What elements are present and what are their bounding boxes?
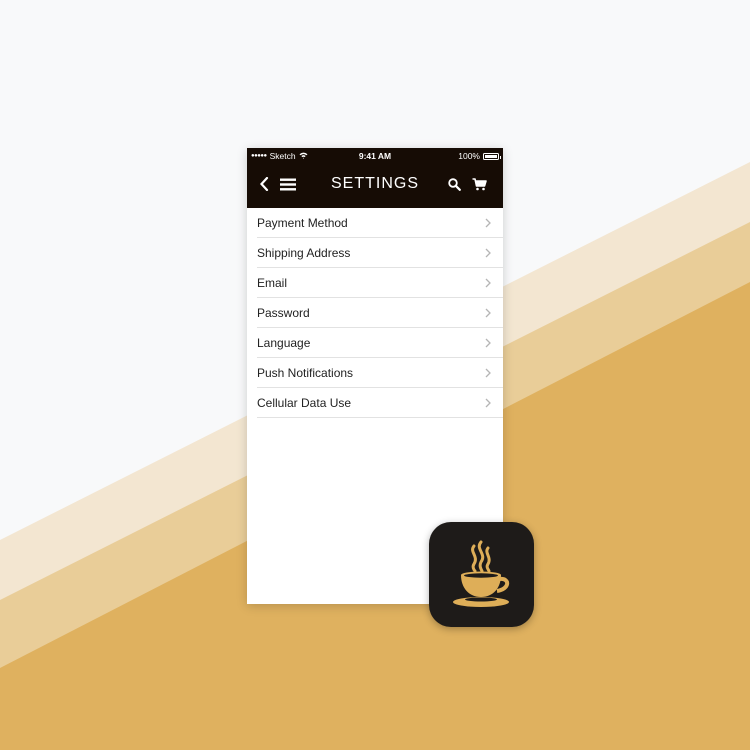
divider bbox=[257, 417, 503, 418]
settings-list: Payment Method Shipping Address Email Pa… bbox=[247, 208, 503, 418]
nav-bar: SETTINGS bbox=[247, 164, 503, 208]
settings-item-label: Email bbox=[257, 276, 288, 290]
coffee-cup-icon bbox=[452, 540, 509, 607]
settings-item-language[interactable]: Language bbox=[247, 328, 503, 358]
chevron-right-icon bbox=[485, 398, 491, 408]
search-icon bbox=[447, 177, 461, 191]
chevron-right-icon bbox=[485, 218, 491, 228]
settings-item-label: Password bbox=[257, 306, 310, 320]
settings-item-label: Language bbox=[257, 336, 311, 350]
settings-item-label: Push Notifications bbox=[257, 366, 354, 380]
chevron-right-icon bbox=[485, 308, 491, 318]
battery-percent: 100% bbox=[458, 151, 480, 161]
settings-item-shipping-address[interactable]: Shipping Address bbox=[247, 238, 503, 268]
settings-item-email[interactable]: Email bbox=[247, 268, 503, 298]
cart-button[interactable] bbox=[469, 174, 489, 194]
app-icon bbox=[429, 522, 534, 627]
settings-item-label: Shipping Address bbox=[257, 246, 351, 260]
page-title: SETTINGS bbox=[330, 175, 419, 192]
chevron-right-icon bbox=[485, 278, 491, 288]
settings-item-label: Payment Method bbox=[257, 216, 348, 230]
cart-icon bbox=[472, 177, 487, 190]
chevron-right-icon bbox=[485, 368, 491, 378]
settings-item-label: Cellular Data Use bbox=[257, 396, 352, 410]
settings-item-cellular-data-use[interactable]: Cellular Data Use bbox=[247, 388, 503, 418]
chevron-right-icon bbox=[485, 248, 491, 258]
battery-icon bbox=[483, 152, 501, 160]
chevron-right-icon bbox=[485, 338, 491, 348]
settings-item-payment-method[interactable]: Payment Method bbox=[247, 208, 503, 238]
status-bar: ●●●●● Sketch 9:41 AM 100% bbox=[247, 148, 503, 164]
settings-item-password[interactable]: Password bbox=[247, 298, 503, 328]
search-button[interactable] bbox=[444, 174, 464, 194]
settings-item-push-notifications[interactable]: Push Notifications bbox=[247, 358, 503, 388]
